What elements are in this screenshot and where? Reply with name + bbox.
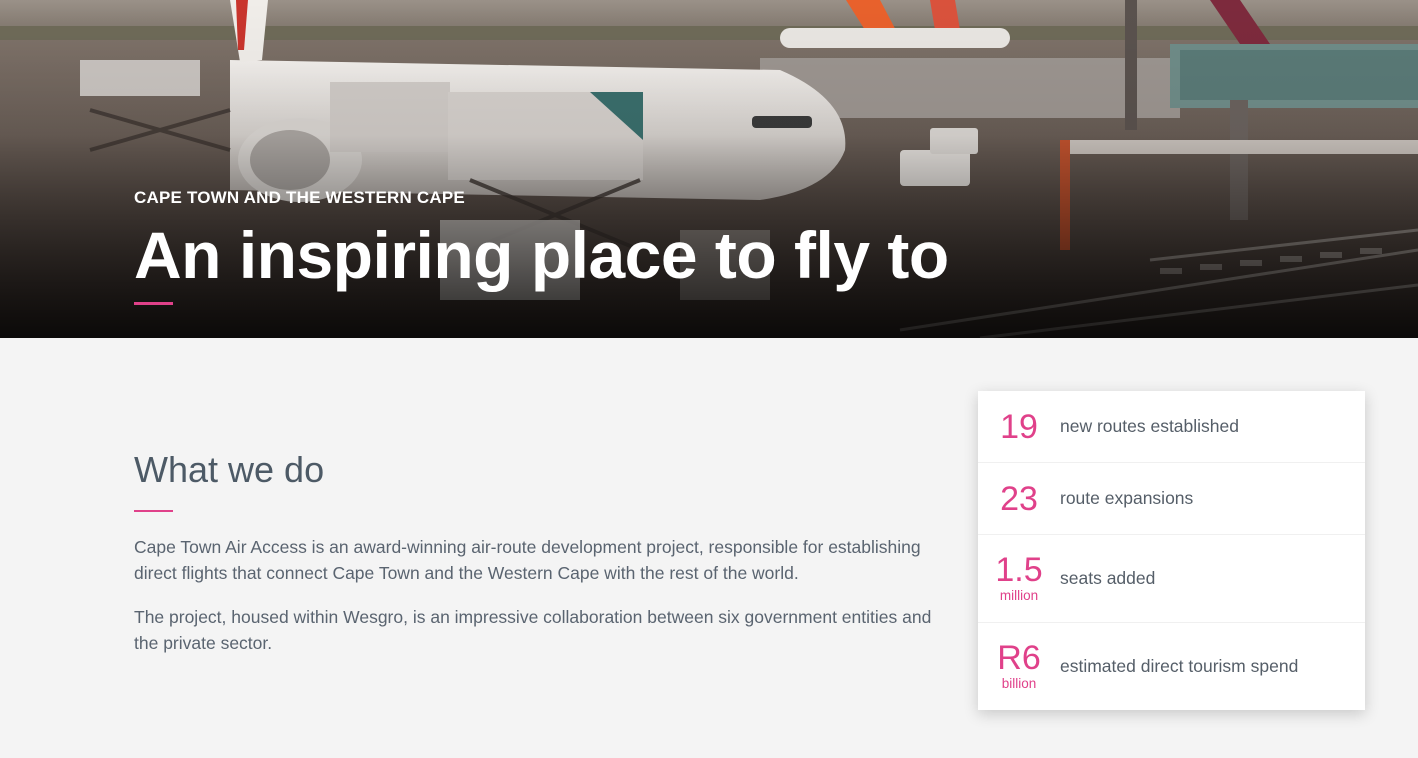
paragraph: The project, housed within Wesgro, is an… bbox=[134, 606, 932, 653]
section-title: What we do bbox=[134, 449, 325, 490]
hero-eyebrow: CAPE TOWN AND THE WESTERN CAPE bbox=[134, 188, 465, 207]
page-title: An inspiring place to fly to bbox=[134, 218, 949, 292]
stat-unit: billion bbox=[1001, 676, 1037, 692]
stat-item: 1.5 million seats added bbox=[978, 535, 1365, 623]
hero-content: CAPE TOWN AND THE WESTERN CAPE An inspir… bbox=[134, 188, 949, 305]
stat-figure: 23 bbox=[978, 482, 1060, 516]
stat-label: new routes established bbox=[1060, 416, 1239, 436]
main-content: What we do Cape Town Air Access is an aw… bbox=[0, 338, 1418, 758]
stat-label: seats added bbox=[1060, 568, 1156, 588]
stat-unit: million bbox=[999, 588, 1039, 604]
stat-item: 19 new routes established bbox=[978, 391, 1365, 463]
stat-figure: 19 bbox=[978, 410, 1060, 444]
stat-value: 1.5 bbox=[995, 551, 1043, 590]
paragraph: Cape Town Air Access is an award-winning… bbox=[134, 536, 921, 583]
stat-value: 23 bbox=[1000, 479, 1038, 518]
stat-item: R6 billion estimated direct tourism spen… bbox=[978, 623, 1365, 710]
title-accent-rule bbox=[134, 302, 173, 305]
hero-banner: CAPE TOWN AND THE WESTERN CAPE An inspir… bbox=[0, 0, 1418, 338]
what-we-do-section: What we do Cape Town Air Access is an aw… bbox=[134, 450, 954, 674]
stat-label: estimated direct tourism spend bbox=[1060, 656, 1299, 676]
stat-label: route expansions bbox=[1060, 488, 1194, 508]
stat-item: 23 route expansions bbox=[978, 463, 1365, 535]
stat-figure: 1.5 million bbox=[978, 553, 1060, 604]
stat-value: 19 bbox=[1000, 407, 1038, 446]
stat-value: R6 bbox=[997, 639, 1041, 678]
section-accent-rule bbox=[134, 509, 173, 512]
stat-figure: R6 billion bbox=[978, 641, 1060, 692]
stats-card: 19 new routes established 23 route expan… bbox=[978, 391, 1365, 710]
